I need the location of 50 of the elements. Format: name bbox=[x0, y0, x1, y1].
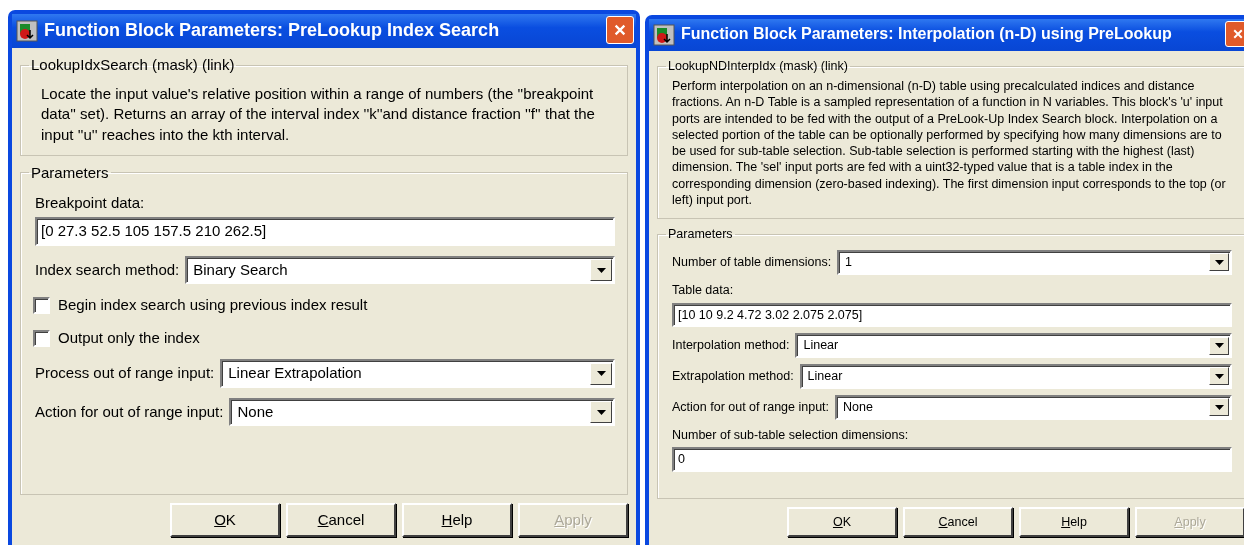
dialog-button[interactable]: Cancel bbox=[286, 503, 396, 537]
close-icon[interactable] bbox=[613, 22, 627, 38]
dropdown[interactable]: Linear bbox=[795, 333, 1232, 358]
group-label: Parameters bbox=[667, 227, 734, 242]
window-title: Function Block Parameters: Interpolation (n-D) using PreLookup bbox=[681, 24, 1173, 44]
close-button[interactable] bbox=[606, 16, 634, 44]
field-label: Number of sub-table selection dimensions: bbox=[672, 426, 910, 444]
field-label: Extrapolation method: bbox=[672, 368, 794, 385]
field-label: Index search method: bbox=[35, 259, 180, 280]
dialog-button[interactable]: Cancel bbox=[903, 507, 1013, 537]
close-button[interactable] bbox=[1225, 21, 1244, 47]
group-label: LookupNDInterpIdx (mask) (link) bbox=[667, 59, 849, 74]
caret-icon bbox=[596, 267, 606, 273]
description-text: Perform interpolation on an n-dimensional (n-D) table using precalculated indices and distance fractions. An n-D Table is a sampled representation of a function in N variables. This block's 'u' input ports are intended to be fed with the output of a PreLook-Up Index Search block. Interpolation on a selected portion of the table can be optionally performed by specifying how many dimensions are to be used for sub-table selection. Sub-table selection is performed starting with the highest (last) dimension. The 'sel' input ports are fed with a uint32-typed value that is a table index in the corresponding dimension (zero-based indexing). The first dimension input corresponds to the top (or left) input port. bbox=[672, 78, 1227, 208]
dropdown[interactable]: None bbox=[229, 397, 615, 427]
dialog-button[interactable]: Help bbox=[402, 503, 512, 537]
checkbox-label: Output only the index bbox=[58, 327, 200, 348]
dropdown[interactable]: 1 bbox=[837, 250, 1232, 275]
app-icon bbox=[653, 22, 675, 46]
field-label: Number of table dimensions: bbox=[672, 254, 832, 271]
dialog-button[interactable]: OK bbox=[787, 507, 897, 537]
dropdown[interactable]: Linear bbox=[799, 364, 1232, 389]
input-field[interactable]: [0 27.3 52.5 105 157.5 210 262.5] bbox=[35, 217, 615, 246]
input-field[interactable]: 0 bbox=[672, 447, 1232, 472]
checkbox[interactable] bbox=[33, 297, 50, 314]
group-label: Parameters bbox=[30, 163, 110, 182]
dialog-button[interactable]: Help bbox=[1019, 507, 1129, 537]
checkbox[interactable] bbox=[33, 329, 50, 347]
field-label: Process out of range input: bbox=[35, 363, 215, 384]
field-label: Action for out of range input: bbox=[35, 401, 224, 422]
caret-icon bbox=[596, 371, 606, 376]
caret-icon bbox=[1214, 404, 1224, 410]
input-field[interactable]: [10 10 9.2 4.72 3.02 2.075 2.075] bbox=[672, 302, 1232, 328]
field-label: Action for out of range input: bbox=[672, 398, 830, 416]
field-label: Breakpoint data: bbox=[35, 192, 146, 213]
field-label: Interpolation method: bbox=[672, 337, 790, 355]
checkbox-label: Begin index search using previous index result bbox=[58, 295, 368, 316]
dialog-button[interactable]: OK bbox=[170, 503, 280, 537]
app-icon bbox=[16, 18, 38, 42]
window-title: Function Block Parameters: PreLookup Index Search bbox=[44, 18, 501, 42]
dropdown[interactable]: None bbox=[835, 394, 1232, 420]
description-text: Locate the input value's relative position within a range of numbers (the ''breakpoint data'' set). Returns an array of the interval index ''k''and distance fraction ''f'' that the input ''u'' reaches into the kth interval. bbox=[40, 84, 596, 145]
group-label: LookupIdxSearch (mask) (link) bbox=[30, 56, 236, 74]
caret-icon bbox=[596, 409, 606, 415]
field-label: Table data: bbox=[672, 281, 735, 299]
caret-icon bbox=[1214, 259, 1224, 265]
dropdown[interactable]: Binary Search bbox=[185, 255, 615, 285]
dropdown[interactable]: Linear Extrapolation bbox=[220, 359, 615, 388]
caret-icon bbox=[1214, 373, 1224, 379]
caret-icon bbox=[1214, 343, 1224, 349]
